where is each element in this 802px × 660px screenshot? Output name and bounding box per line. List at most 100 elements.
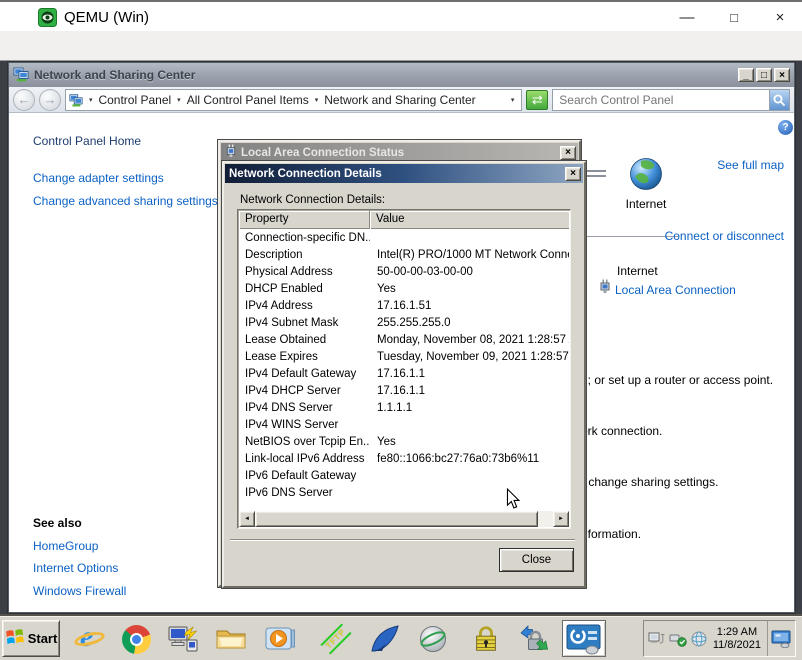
see-full-map-link[interactable]: See full map [717, 158, 784, 172]
clock-time: 1:29 AM [717, 626, 757, 638]
detail-row[interactable]: IPv4 DHCP Server 17.16.1.1 [239, 382, 569, 399]
detail-row[interactable]: Physical Address 50-00-00-03-00-00 [239, 263, 569, 280]
detail-property: Lease Obtained [239, 334, 370, 346]
detail-value: Tuesday, November 09, 2021 1:28:57 AM [370, 351, 569, 363]
detail-property: IPv4 Address [239, 300, 370, 312]
detail-row[interactable]: Description Intel(R) PRO/1000 MT Network… [239, 246, 569, 263]
detail-row[interactable]: IPv4 DNS Server 1.1.1.1 [239, 399, 569, 416]
qemu-toolbar: à i × [0, 31, 802, 61]
breadcrumb-item-label[interactable]: All Control Panel Items [187, 93, 309, 107]
value-column-header[interactable]: Value [370, 211, 569, 229]
see-also-link[interactable]: HomeGroup [33, 539, 98, 553]
sidebar-link[interactable]: Control Panel Home [33, 134, 141, 148]
detail-value: Intel(R) PRO/1000 MT Network Connecti [370, 249, 569, 261]
detail-row[interactable]: IPv4 Subnet Mask 255.255.255.0 [239, 314, 569, 331]
detail-row[interactable]: DHCP Enabled Yes [239, 280, 569, 297]
remote-desktop-icon[interactable] [167, 623, 199, 655]
breadcrumb-item[interactable]: ▾Control Panel [83, 93, 171, 107]
media-player-icon[interactable] [264, 623, 296, 655]
close-button[interactable]: Close [499, 548, 574, 572]
detail-row[interactable]: IPv4 Default Gateway 17.16.1.1 [239, 365, 569, 382]
detail-row[interactable]: Connection-specific DN... [239, 229, 569, 246]
internet-globe-icon[interactable] [629, 157, 663, 194]
breadcrumb-item-label[interactable]: Network and Sharing Center [324, 93, 475, 107]
breadcrumb-separator-icon: ▾ [83, 96, 99, 104]
show-desktop-button[interactable] [767, 621, 793, 656]
property-column-header[interactable]: Property [239, 211, 370, 229]
detail-property: IPv4 Default Gateway [239, 368, 370, 380]
control-panel-taskbar-button[interactable] [562, 620, 606, 657]
detail-value: 1.1.1.1 [370, 402, 569, 414]
details-table-body: Connection-specific DN... Description In… [239, 229, 569, 510]
detail-row[interactable]: Lease Obtained Monday, November 08, 2021… [239, 331, 569, 348]
taskbar: Start e TFTP [0, 616, 802, 660]
globe-tray-icon[interactable] [690, 630, 708, 647]
sidebar-link[interactable]: Change adapter settings [33, 171, 164, 185]
keystore-lock-icon[interactable] [470, 623, 502, 655]
detail-property: Connection-specific DN... [239, 232, 370, 244]
detail-row[interactable]: IPv6 Default Gateway [239, 467, 569, 484]
sidebar-link[interactable]: Change advanced sharing settings [33, 194, 218, 208]
explorer-maximize-button[interactable]: □ [756, 68, 772, 82]
forward-button[interactable]: → [39, 89, 61, 111]
breadcrumb-item[interactable]: ▾All Control Panel Items [171, 93, 309, 107]
chrome-icon[interactable] [120, 623, 152, 655]
scrollbar-thumb[interactable] [255, 511, 538, 527]
windows-flag-icon [5, 627, 25, 650]
detail-property: IPv4 DHCP Server [239, 385, 370, 397]
clipped-text-line: ork connection. [581, 424, 662, 438]
tftp-icon[interactable]: TFTP [320, 623, 352, 655]
file-explorer-icon[interactable] [215, 623, 247, 655]
qemu-minimize-button[interactable]: — [674, 4, 700, 30]
see-also-link[interactable]: Internet Options [33, 561, 118, 575]
help-icon[interactable]: ? [778, 120, 793, 135]
breadcrumb[interactable]: ▾Control Panel ▾All Control Panel Items … [65, 89, 522, 111]
detail-row[interactable]: Lease Expires Tuesday, November 09, 2021… [239, 348, 569, 365]
explorer-close-button[interactable]: × [774, 68, 790, 82]
clipped-text-line: n; or set up a router or access point. [581, 373, 773, 387]
scroll-left-arrow[interactable]: ◄ [239, 511, 255, 527]
search-input[interactable] [553, 93, 769, 107]
lan-status-titlebar[interactable]: Local Area Connection Status × [221, 143, 578, 162]
local-area-connection-link[interactable]: Local Area Connection [615, 283, 736, 297]
explorer-minimize-button[interactable]: _ [738, 68, 754, 82]
internet-explorer-icon[interactable]: e [74, 623, 106, 655]
qemu-close-button[interactable]: × [767, 4, 793, 30]
breadcrumb-location-icon[interactable] [69, 93, 83, 107]
anyconnect-icon[interactable] [417, 623, 449, 655]
breadcrumb-item-label[interactable]: Control Panel [98, 93, 171, 107]
qemu-maximize-button[interactable]: □ [721, 4, 747, 30]
breadcrumb-dropdown-icon[interactable]: ▾ [507, 96, 519, 104]
breadcrumb-item[interactable]: ▾Network and Sharing Center [309, 93, 476, 107]
qemu-titlebar[interactable]: QEMU (Win) — □ × [0, 0, 802, 31]
detail-row[interactable]: IPv4 WINS Server [239, 416, 569, 433]
network-tray-icon[interactable] [648, 630, 666, 647]
see-also-link[interactable]: Windows Firewall [33, 584, 126, 598]
usb-tray-icon[interactable] [669, 630, 687, 647]
address-bar: ← → ▾Control Panel ▾All Control Panel It… [9, 87, 794, 113]
connect-or-disconnect-link[interactable]: Connect or disconnect [665, 229, 784, 243]
vpn-lock-icon[interactable] [517, 623, 549, 655]
tray-clock[interactable]: 1:29 AM 11/8/2021 [713, 626, 764, 652]
lan-status-dialog-icon [225, 144, 237, 161]
detail-value: Yes [370, 436, 569, 448]
details-table-header: Property Value [239, 211, 569, 229]
address-refresh-button[interactable]: ⇄ [526, 90, 548, 110]
horizontal-scrollbar[interactable]: ◄ ► [239, 511, 569, 527]
back-button[interactable]: ← [13, 89, 35, 111]
detail-row[interactable]: IPv4 Address 17.16.1.51 [239, 297, 569, 314]
detail-value: Monday, November 08, 2021 1:28:57 AM [370, 334, 569, 346]
detail-row[interactable]: Link-local IPv6 Address fe80::1066:bc27:… [239, 450, 569, 467]
lan-status-close-icon[interactable]: × [560, 146, 576, 160]
detail-property: IPv4 DNS Server [239, 402, 370, 414]
start-button[interactable]: Start [2, 620, 60, 657]
detail-row[interactable]: NetBIOS over Tcpip En... Yes [239, 433, 569, 450]
details-dialog-titlebar[interactable]: Network Connection Details × [225, 164, 583, 183]
wireshark-icon[interactable] [369, 623, 401, 655]
explorer-titlebar[interactable]: Network and Sharing Center _ □ × [9, 63, 794, 87]
clock-date: 11/8/2021 [713, 639, 761, 651]
start-button-label: Start [28, 631, 58, 646]
details-dialog-close-icon[interactable]: × [565, 167, 581, 181]
scroll-right-arrow[interactable]: ► [553, 511, 569, 527]
search-icon[interactable] [769, 90, 789, 110]
